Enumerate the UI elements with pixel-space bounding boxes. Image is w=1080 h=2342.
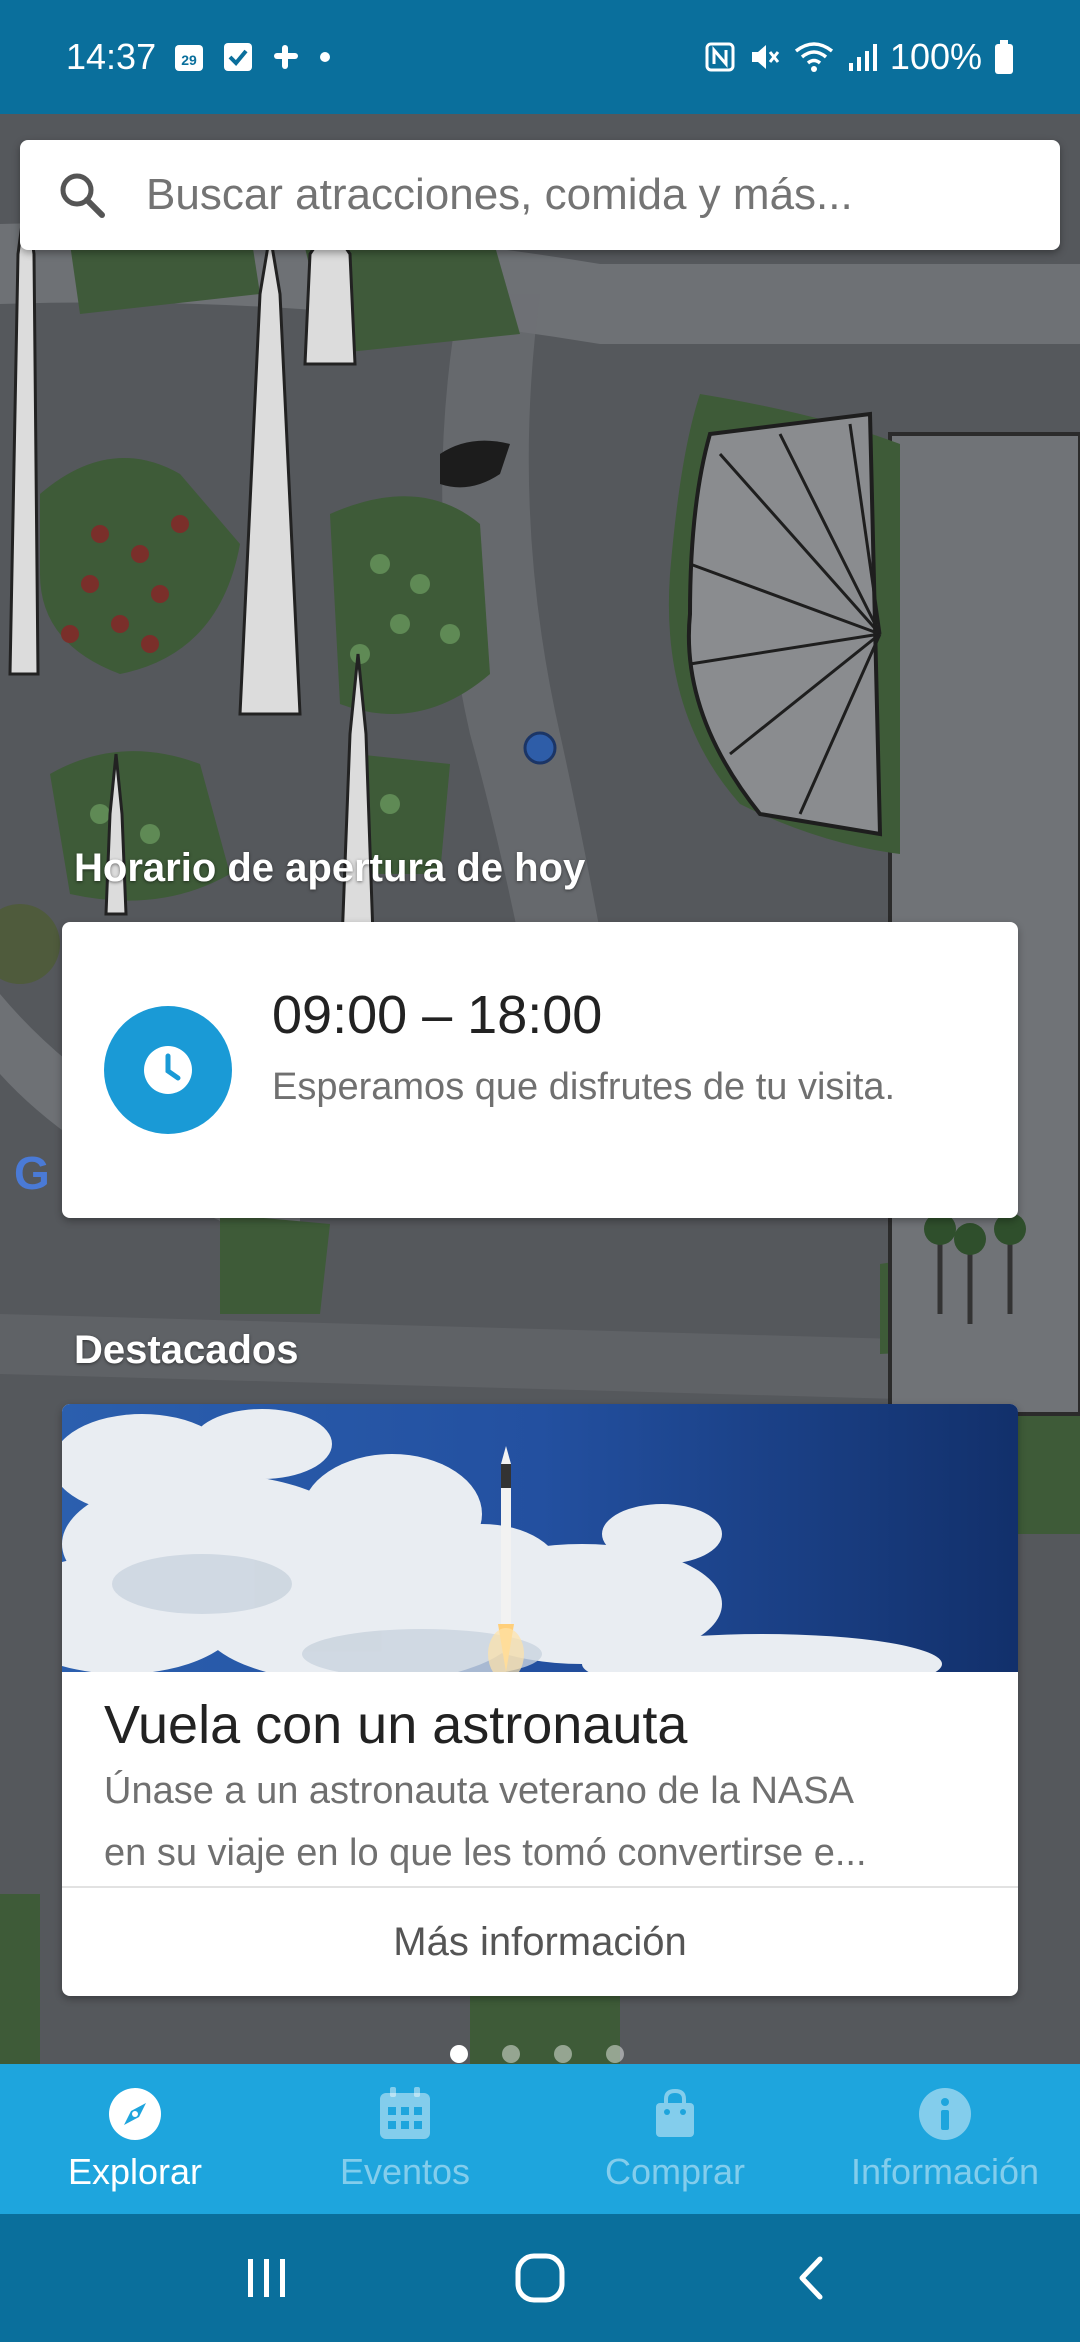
tab-comprar[interactable]: Comprar [540, 2064, 810, 2214]
tab-eventos[interactable]: Eventos [270, 2064, 540, 2214]
status-bar: 14:37 29 100% [0, 0, 1080, 114]
status-time: 14:37 [66, 36, 157, 77]
signal-icon [846, 41, 878, 73]
compass-icon [109, 2088, 161, 2140]
back-icon [799, 2256, 823, 2300]
clock-icon [104, 1006, 232, 1134]
home-icon [515, 2253, 565, 2303]
recent-apps-button[interactable] [227, 2238, 307, 2318]
slack-notification-icon [270, 41, 302, 73]
nfc-icon [704, 41, 736, 73]
opening-hours-card[interactable]: 09:00 – 18:00 Esperamos que disfrutes de… [62, 922, 1018, 1218]
info-icon [919, 2088, 971, 2140]
opening-hours-heading: Horario de apertura de hoy [74, 846, 586, 890]
home-button[interactable] [500, 2238, 580, 2318]
search-bar[interactable] [20, 140, 1060, 250]
rocket-launch-image [62, 1404, 1018, 1672]
system-navigation-bar [0, 2214, 1080, 2342]
battery-percentage: 100% [889, 36, 982, 77]
tab-label: Información [850, 2151, 1040, 2192]
more-info-button[interactable]: Más información [62, 1888, 1018, 1996]
search-input[interactable] [146, 170, 1006, 220]
featured-description-line: Únase a un astronauta veterano de la NAS… [104, 1770, 854, 1812]
featured-title: Vuela con un astronauta [104, 1695, 688, 1755]
shopping-bag-icon [656, 2088, 694, 2137]
tab-informacion[interactable]: Información [810, 2064, 1080, 2214]
more-notifications-dot-icon [318, 50, 332, 64]
tab-explorar[interactable]: Explorar [0, 2064, 270, 2214]
checkbox-notification-icon [222, 41, 254, 73]
carousel-dot[interactable] [450, 2045, 468, 2063]
opening-hours-message: Esperamos que disfrutes de tu visita. [272, 1066, 896, 1108]
featured-description-line: en su viaje en lo que les tomó convertir… [104, 1832, 867, 1874]
recent-apps-icon [247, 2259, 285, 2297]
back-button[interactable] [773, 2238, 853, 2318]
mute-icon [748, 40, 782, 74]
featured-card[interactable]: Vuela con un astronauta Únase a un astro… [62, 1404, 1018, 1996]
wifi-icon [794, 41, 834, 73]
tab-label: Comprar [604, 2151, 746, 2192]
tab-label: Explorar [67, 2151, 203, 2192]
carousel-dot[interactable] [606, 2045, 624, 2063]
carousel-indicator [450, 2045, 624, 2063]
featured-heading: Destacados [74, 1328, 299, 1372]
carousel-dot[interactable] [554, 2045, 572, 2063]
tab-label: Eventos [339, 2151, 471, 2192]
calendar-icon [380, 2087, 430, 2139]
search-icon [60, 173, 105, 218]
calendar-notification-icon: 29 [172, 40, 206, 74]
battery-icon [994, 39, 1014, 75]
carousel-dot[interactable] [502, 2045, 520, 2063]
map-provider-logo: G [14, 1147, 50, 1199]
featured-description: Únase a un astronauta veterano de la NAS… [104, 1760, 994, 1884]
bottom-navigation: Explorar Eventos Comprar Información [0, 2064, 1080, 2214]
svg-text:29: 29 [181, 52, 197, 68]
opening-hours-time: 09:00 – 18:00 [272, 985, 603, 1045]
